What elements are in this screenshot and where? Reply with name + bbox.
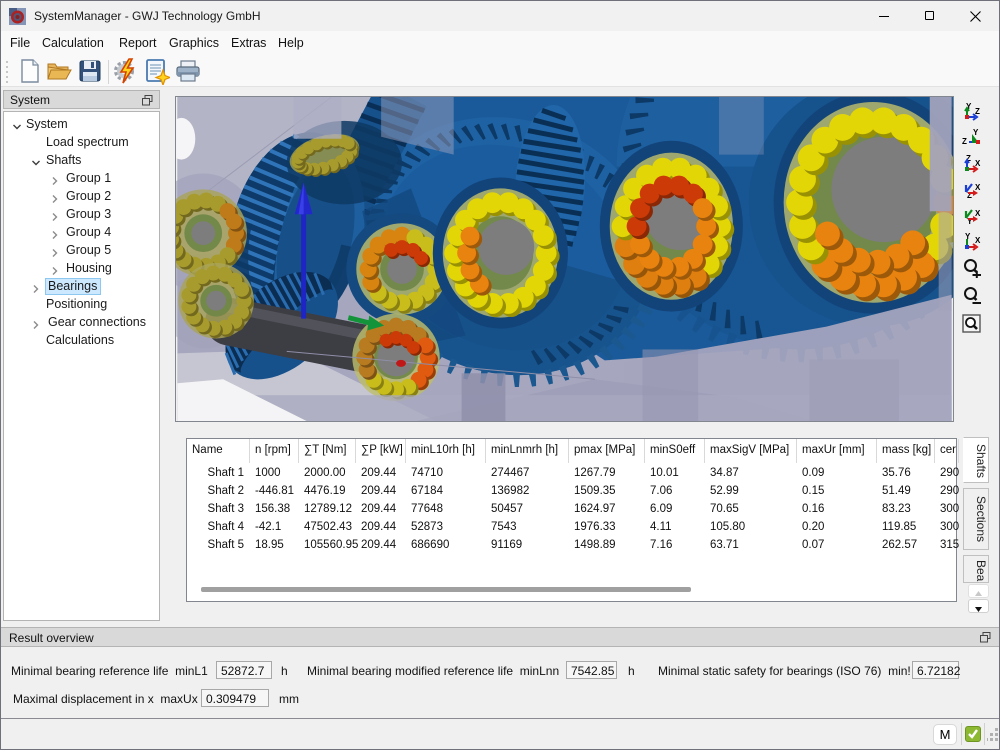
svg-text:Z: Z	[975, 107, 980, 116]
svg-text:X: X	[975, 183, 981, 192]
svg-text:Y: Y	[973, 128, 979, 137]
svg-text:Z: Z	[962, 137, 967, 146]
svg-text:X: X	[975, 159, 981, 168]
svg-text:X: X	[975, 236, 981, 245]
svg-text:X: X	[975, 209, 981, 218]
